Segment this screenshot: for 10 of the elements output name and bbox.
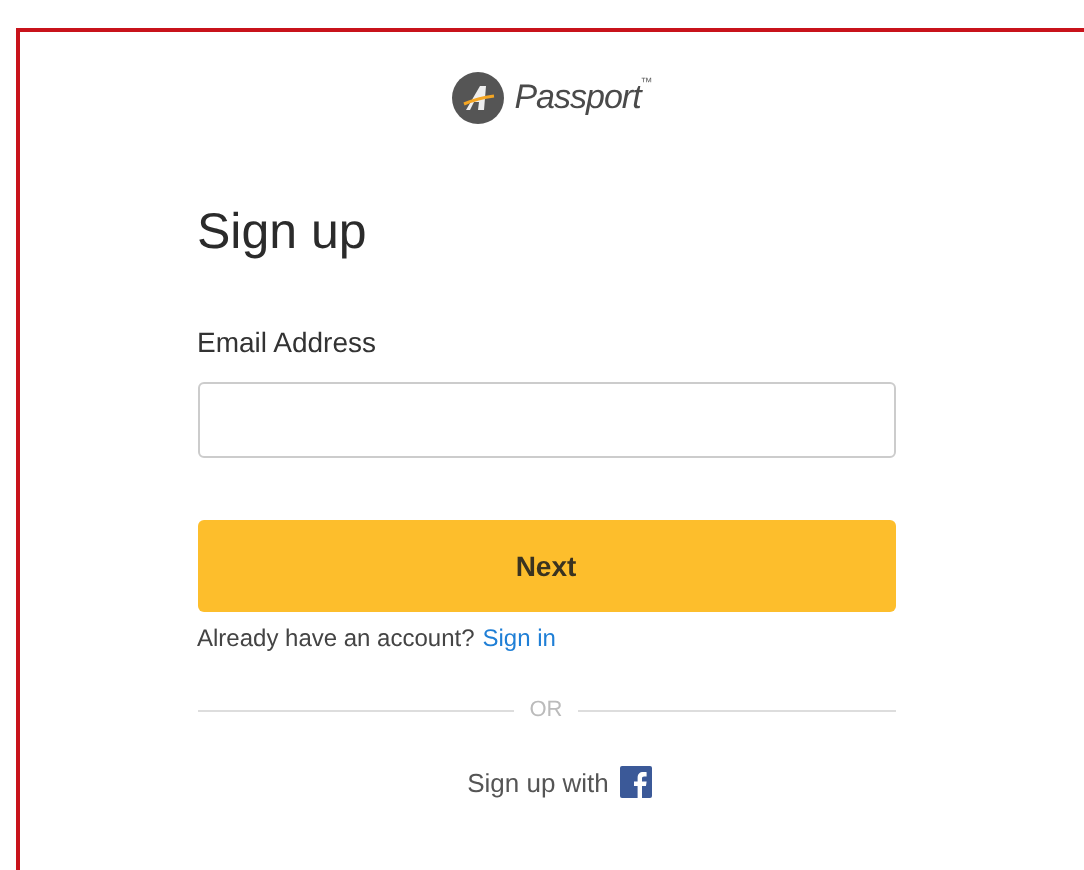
field-label: Email Address	[197, 324, 378, 360]
logo-icon	[452, 72, 505, 124]
page-title: Sign up	[197, 202, 369, 264]
email-field[interactable]	[197, 382, 895, 458]
signin-link[interactable]: Sign in	[482, 624, 556, 652]
signin-prompt: Already have an account?	[197, 624, 475, 652]
social-label: Sign up with	[467, 767, 609, 797]
next-button[interactable]: Next	[197, 520, 895, 612]
divider-text: OR	[529, 698, 563, 722]
facebook-icon[interactable]	[620, 766, 653, 798]
